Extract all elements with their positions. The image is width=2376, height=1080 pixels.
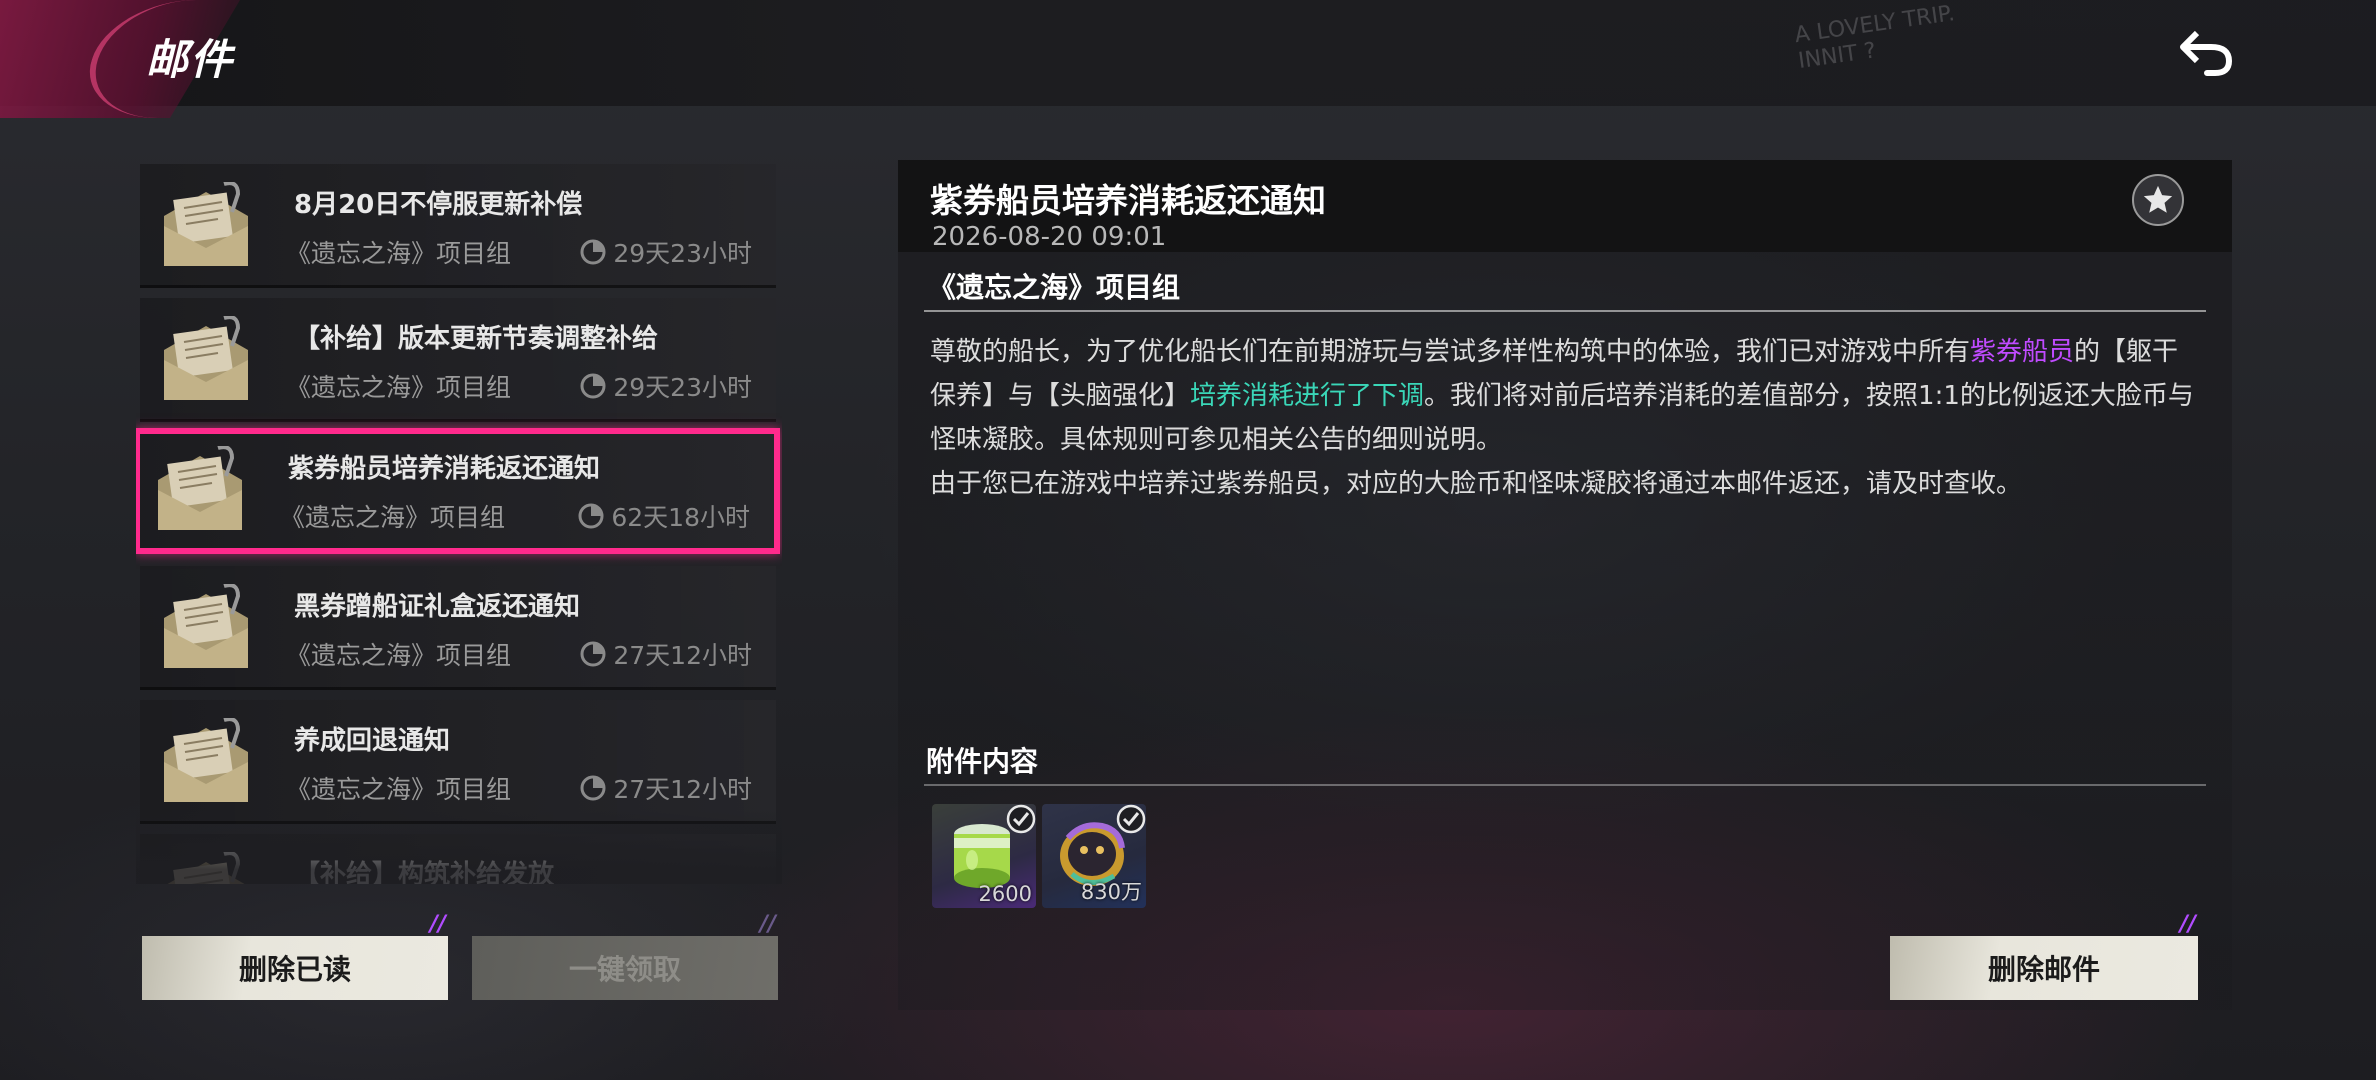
mail-list-item[interactable]: 【补给】版本更新节奏调整补给《遗忘之海》项目组 29天23小时 [140, 298, 776, 422]
attachment-count: 830万 [1080, 880, 1142, 904]
envelope-icon [164, 182, 248, 266]
attachment-item-coin[interactable]: 830万 [1042, 804, 1146, 908]
mail-time-left: 29天23小时 [613, 239, 752, 268]
mail-title: 黑券蹭船证礼盒返还通知 [294, 592, 581, 622]
mail-sender: 《遗忘之海》项目组 [286, 373, 512, 402]
mail-expiry: 27天12小时 [579, 636, 752, 672]
mail-time-left: 29天23小时 [613, 373, 752, 402]
mail-list-item[interactable]: 8月20日不停服更新补偿《遗忘之海》项目组 29天23小时 [140, 164, 776, 288]
delete-mail-button[interactable]: 删除邮件 [1890, 912, 2198, 1000]
favorite-star-button[interactable] [2132, 174, 2184, 226]
detail-header: 紫券船员培养消耗返还通知 2026-08-20 09:01 [898, 160, 2232, 252]
mail-list[interactable]: 8月20日不停服更新补偿 《遗忘之海》项目组 29天23小时 【补给】版本更新节奏调整… [136, 160, 782, 884]
claim-all-button[interactable]: 一键领取 [472, 912, 778, 1000]
detail-date: 2026-08-20 09:01 [932, 222, 1167, 252]
list-fade-overlay [136, 810, 782, 884]
attachment-item-gel[interactable]: 2600 [932, 804, 1036, 908]
delete-read-button[interactable]: 删除已读 [142, 912, 448, 1000]
mail-sender: 《遗忘之海》项目组 [280, 503, 506, 532]
mail-expiry: 29天23小时 [579, 368, 752, 404]
back-button[interactable] [2176, 22, 2238, 84]
mail-sender: 《遗忘之海》项目组 [286, 641, 512, 670]
page-title: 邮件 [146, 35, 235, 84]
mail-list-item[interactable]: 黑券蹭船证礼盒返还通知《遗忘之海》项目组 27天12小时 [140, 566, 776, 690]
detail-title: 紫券船员培养消耗返还通知 [930, 181, 1326, 220]
mail-time-left: 62天18小时 [611, 503, 750, 532]
clock-icon [578, 503, 604, 529]
body-paragraph-1: 尊敬的船长，为了优化船长们在前期游玩与尝试多样性构筑中的体验，我们已对游戏中所有… [930, 337, 2194, 455]
detail-body: 尊敬的船长，为了优化船长们在前期游玩与尝试多样性构筑中的体验，我们已对游戏中所有… [930, 330, 2200, 506]
attachment-count: 2600 [978, 882, 1032, 906]
mail-title: 【补给】版本更新节奏调整补给 [294, 324, 659, 354]
mail-title: 8月20日不停服更新补偿 [294, 190, 583, 220]
claimed-check-icon [1116, 804, 1146, 834]
star-icon [2143, 185, 2173, 213]
mail-sender: 《遗忘之海》项目组 [286, 239, 512, 268]
claimed-check-icon [1006, 804, 1036, 834]
mail-detail-panel: 紫券船员培养消耗返还通知 2026-08-20 09:01 《遗忘之海》项目组 … [898, 160, 2232, 1010]
body-paragraph-2: 由于您已在游戏中培养过紫券船员，对应的大脸币和怪味凝胶将通过本邮件返还，请及时查… [930, 469, 2023, 499]
clock-icon [580, 775, 606, 801]
body-divider [924, 310, 2206, 312]
mail-time-left: 27天12小时 [613, 775, 752, 804]
mail-expiry: 27天12小时 [579, 770, 752, 806]
clock-icon [580, 641, 606, 667]
envelope-icon [158, 446, 242, 530]
mail-title: 紫券船员培养消耗返还通知 [288, 454, 601, 484]
envelope-icon [164, 584, 248, 668]
clock-icon [580, 373, 606, 399]
back-arrow-icon [2180, 30, 2233, 76]
highlight-cost-reduced: 培养消耗进行了下调 [1190, 381, 1425, 411]
mail-title: 养成回退通知 [294, 726, 451, 756]
clock-icon [580, 239, 606, 265]
detail-sender: 《遗忘之海》项目组 [928, 271, 1181, 304]
highlight-purple-crew: 紫券船员 [1970, 337, 2075, 367]
top-bar: 邮件 A LOVELY TRIP. INNIT ? [0, 0, 2376, 118]
envelope-icon [164, 316, 248, 400]
mail-list-item[interactable]: 紫券船员培养消耗返还通知《遗忘之海》项目组 62天18小时 [136, 428, 780, 554]
mail-time-left: 27天12小时 [613, 641, 752, 670]
mail-sender: 《遗忘之海》项目组 [286, 775, 512, 804]
attachments-divider [924, 784, 2206, 786]
background-deco-text: A LOVELY TRIP. INNIT ? [1793, 1, 1957, 74]
envelope-icon [164, 718, 248, 802]
mail-expiry: 62天18小时 [577, 498, 750, 534]
mail-list-item[interactable]: 养成回退通知《遗忘之海》项目组 27天12小时 [140, 700, 776, 824]
attachments-title: 附件内容 [926, 745, 1039, 778]
mail-expiry: 29天23小时 [579, 234, 752, 270]
